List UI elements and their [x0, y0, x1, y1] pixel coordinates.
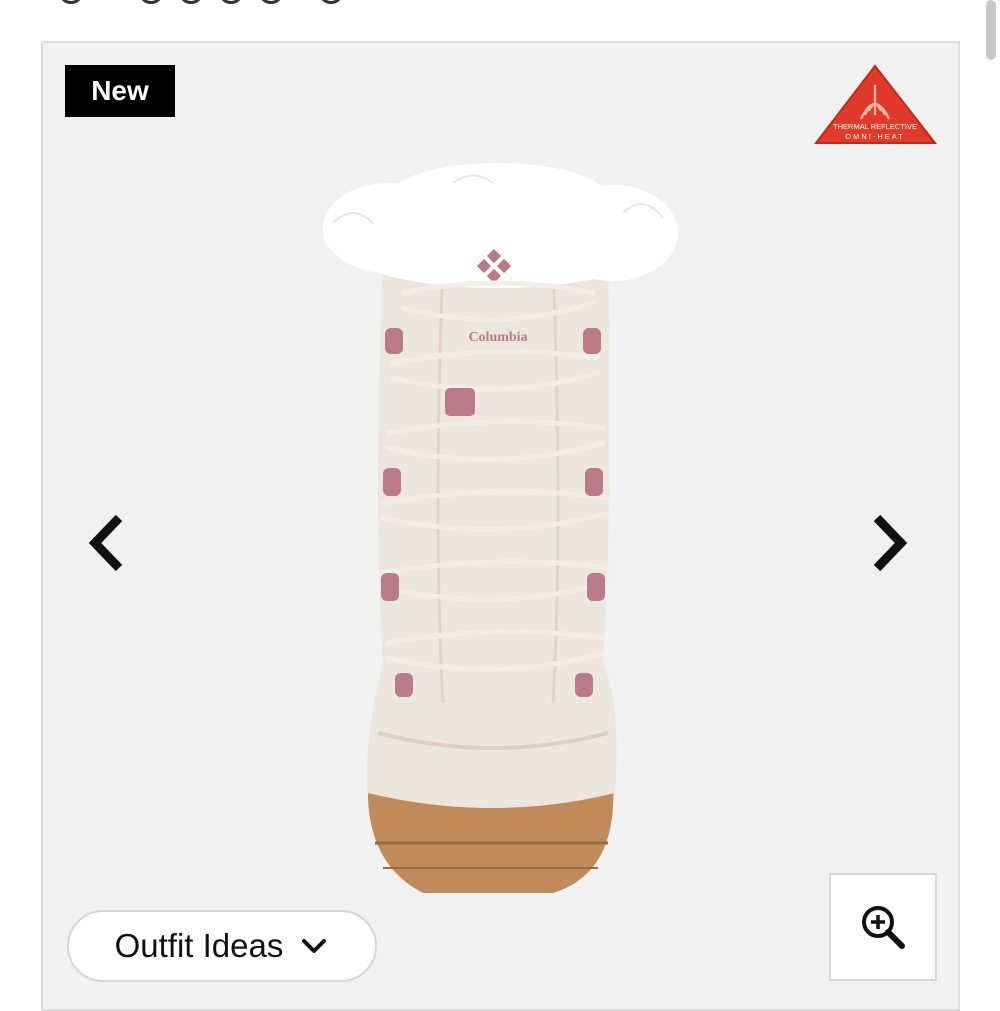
- page-scrollbar[interactable]: [986, 0, 996, 60]
- cropped-star-icon: [60, 0, 82, 4]
- boot-product-image: Columbia: [323, 163, 678, 893]
- chevron-left-icon: [88, 514, 123, 572]
- chevron-down-icon: [302, 939, 327, 953]
- cropped-star-icon: [220, 0, 242, 4]
- omni-heat-line2: OMNI-HEAT: [845, 132, 905, 141]
- boot-brand-text: Columbia: [468, 330, 527, 345]
- cropped-star-icon: [180, 0, 202, 4]
- cropped-star-icon: [260, 0, 282, 4]
- omni-heat-logo: THERMAL REFLECTIVE OMNI-HEAT: [813, 64, 938, 144]
- zoom-button[interactable]: [829, 873, 937, 981]
- cropped-star-icon: [140, 0, 162, 4]
- omni-heat-line1: THERMAL REFLECTIVE: [833, 122, 917, 131]
- top-strip: [0, 0, 1000, 40]
- new-badge: New: [65, 65, 175, 117]
- outfit-ideas-button[interactable]: Outfit Ideas: [67, 910, 377, 982]
- outfit-ideas-label: Outfit Ideas: [114, 927, 284, 964]
- product-image-gallery: New THERMAL REFLECTIVE OMNI-HEAT Columbi…: [41, 41, 960, 1011]
- previous-image-button[interactable]: [73, 508, 143, 578]
- zoom-in-icon: [862, 906, 905, 949]
- cropped-star-icon: [320, 0, 342, 4]
- next-image-button[interactable]: [853, 508, 923, 578]
- chevron-right-icon: [873, 514, 908, 572]
